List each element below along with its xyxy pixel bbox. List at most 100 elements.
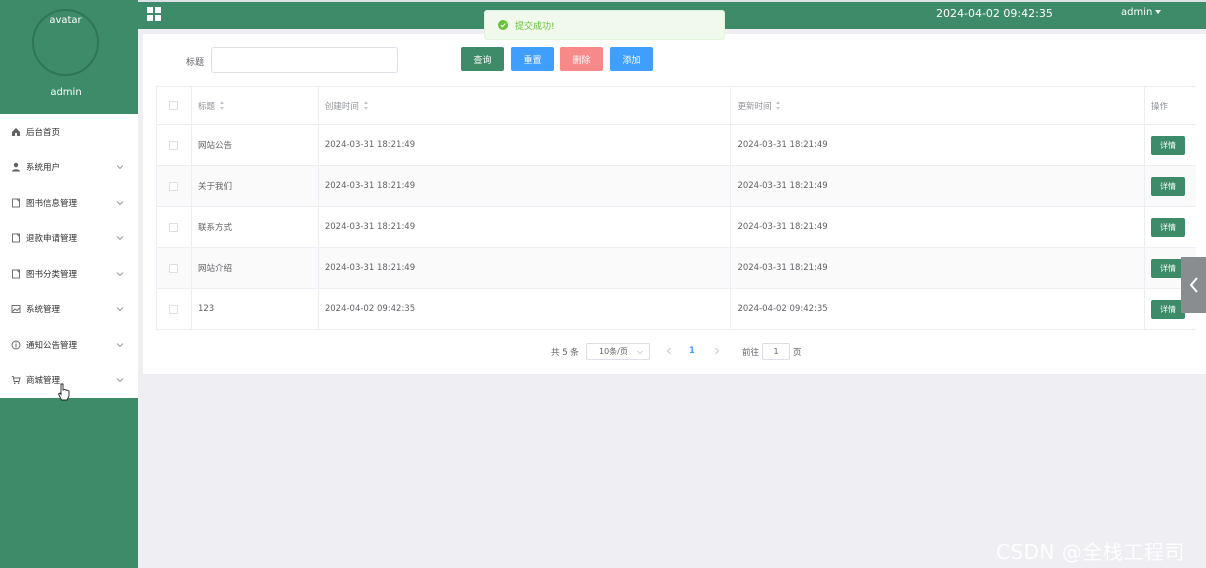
detail-button[interactable]: 详情 (1151, 217, 1186, 237)
picture-icon (10, 304, 21, 315)
grid-menu-icon[interactable] (147, 7, 161, 21)
pagination-total: 共 5 条 (551, 348, 579, 358)
cell-title: 网站介绍 (192, 248, 319, 288)
select-cell (157, 125, 192, 165)
page-size-value: 10条/页 (599, 347, 628, 356)
cell-updated: 2024-03-31 18:21:49 (731, 207, 1146, 247)
cell-created: 2024-03-31 18:21:49 (319, 125, 732, 165)
profile-name: admin (50, 87, 82, 98)
sort-icon[interactable] (363, 101, 369, 110)
detail-button[interactable]: 详情 (1151, 299, 1186, 319)
sidebar-menu: 后台首页 系统用户 图书信息管理 退款申请管理 图书分类管理 系统管理 通知公告… (0, 114, 138, 398)
watermark: CSDN @全栈工程司 (996, 540, 1185, 564)
chevron-down-icon (116, 165, 124, 170)
cell-title: 123 (192, 289, 319, 329)
collapse-panel-button[interactable] (1181, 257, 1206, 313)
sidebar-item-label: 图书信息管理 (26, 198, 78, 209)
sidebar: avatar admin 后台首页 系统用户 图书信息管理 退款申请管理 图书分… (0, 0, 138, 568)
detail-button[interactable]: 详情 (1151, 258, 1186, 278)
cell-updated: 2024-03-31 18:21:49 (731, 166, 1146, 206)
table-row: 网站介绍 2024-03-31 18:21:49 2024-03-31 18:2… (157, 248, 1196, 289)
row-checkbox[interactable] (169, 140, 179, 150)
query-button[interactable]: 查询 (461, 47, 504, 71)
sidebar-item-system[interactable]: 系统管理 (0, 292, 138, 328)
sidebar-item-home[interactable]: 后台首页 (0, 114, 138, 150)
goto-unit: 页 (793, 348, 802, 358)
sidebar-item-label: 系统用户 (26, 163, 61, 174)
sidebar-item-label: 后台首页 (26, 127, 61, 138)
sidebar-item-refunds[interactable]: 退款申请管理 (0, 221, 138, 257)
sidebar-item-announcements[interactable]: 通知公告管理 (0, 327, 138, 363)
header-actions: 操作 (1145, 87, 1196, 124)
chevron-down-icon (637, 350, 643, 355)
table-row: 网站公告 2024-03-31 18:21:49 2024-03-31 18:2… (157, 125, 1196, 166)
add-button[interactable]: 添加 (610, 47, 653, 71)
check-circle-icon (498, 20, 508, 30)
main-panel: 标题 查询 重置 删除 添加 标题 创建时间 更新时间 操作 网站公告 2024… (143, 34, 1206, 374)
cell-created: 2024-04-02 09:42:35 (319, 289, 732, 329)
document-icon (10, 197, 21, 208)
cell-actions: 详情 (1145, 166, 1196, 206)
caret-down-icon (1155, 10, 1162, 14)
user-dropdown[interactable]: admin (1121, 7, 1162, 18)
table-row: 关于我们 2024-03-31 18:21:49 2024-03-31 18:2… (157, 166, 1196, 207)
goto-label: 前往 (742, 348, 760, 358)
document-icon (10, 268, 21, 279)
info-icon (10, 339, 21, 350)
pagination: 共 5 条 10条/页 1 前往 页 (143, 343, 1206, 360)
header-title[interactable]: 标题 (192, 87, 319, 124)
cell-created: 2024-03-31 18:21:49 (319, 166, 732, 206)
sidebar-item-system-users[interactable]: 系统用户 (0, 150, 138, 186)
table-row: 联系方式 2024-03-31 18:21:49 2024-03-31 18:2… (157, 207, 1196, 248)
table-row: 123 2024-04-02 09:42:35 2024-04-02 09:42… (157, 289, 1196, 330)
user-icon (10, 162, 21, 173)
select-cell (157, 248, 192, 288)
sort-icon[interactable] (776, 101, 781, 110)
title-search-input[interactable] (211, 47, 398, 73)
cell-created: 2024-03-31 18:21:49 (319, 248, 732, 288)
page-number-current[interactable]: 1 (689, 346, 695, 356)
profile-panel: avatar admin (0, 0, 138, 113)
success-toast: 提交成功! (484, 10, 725, 40)
row-checkbox[interactable] (169, 304, 179, 314)
select-cell (157, 207, 192, 247)
header-created-label: 创建时间 (324, 101, 359, 112)
header-select-cell (157, 87, 192, 124)
reset-button[interactable]: 重置 (511, 47, 554, 71)
sidebar-item-book-info[interactable]: 图书信息管理 (0, 185, 138, 221)
page-size-select[interactable]: 10条/页 (586, 343, 650, 360)
detail-button[interactable]: 详情 (1151, 176, 1186, 196)
header-updated-label: 更新时间 (737, 101, 772, 112)
header-updated[interactable]: 更新时间 (731, 87, 1146, 124)
chevron-down-icon (116, 378, 124, 383)
cell-title: 关于我们 (192, 166, 319, 206)
user-name: admin (1121, 7, 1153, 18)
select-all-checkbox[interactable] (169, 101, 179, 110)
chevron-down-icon (116, 200, 124, 205)
datetime-display: 2024-04-02 09:42:35 (936, 7, 1053, 20)
cell-created: 2024-03-31 18:21:49 (319, 207, 732, 247)
sidebar-item-label: 通知公告管理 (26, 340, 78, 351)
avatar[interactable]: avatar (32, 9, 99, 76)
header-created[interactable]: 创建时间 (319, 87, 732, 124)
sidebar-item-book-categories[interactable]: 图书分类管理 (0, 256, 138, 292)
goto-page-input[interactable] (762, 343, 790, 360)
next-page-button[interactable] (712, 344, 722, 358)
detail-button[interactable]: 详情 (1151, 135, 1186, 155)
select-cell (157, 289, 192, 329)
row-checkbox[interactable] (169, 222, 179, 232)
row-checkbox[interactable] (169, 263, 179, 273)
chevron-down-icon (116, 307, 124, 312)
home-icon (10, 126, 21, 137)
cell-updated: 2024-03-31 18:21:49 (731, 125, 1146, 165)
delete-button[interactable]: 删除 (560, 47, 603, 71)
cell-updated: 2024-03-31 18:21:49 (731, 248, 1146, 288)
document-icon (10, 233, 21, 244)
prev-page-button[interactable] (664, 344, 674, 358)
header-title-label: 标题 (197, 101, 215, 112)
sidebar-item-label: 退款申请管理 (26, 234, 78, 245)
row-checkbox[interactable] (169, 181, 179, 191)
sort-icon[interactable] (219, 101, 225, 110)
toast-message: 提交成功! (515, 21, 555, 32)
sidebar-item-label: 商城管理 (26, 376, 61, 387)
